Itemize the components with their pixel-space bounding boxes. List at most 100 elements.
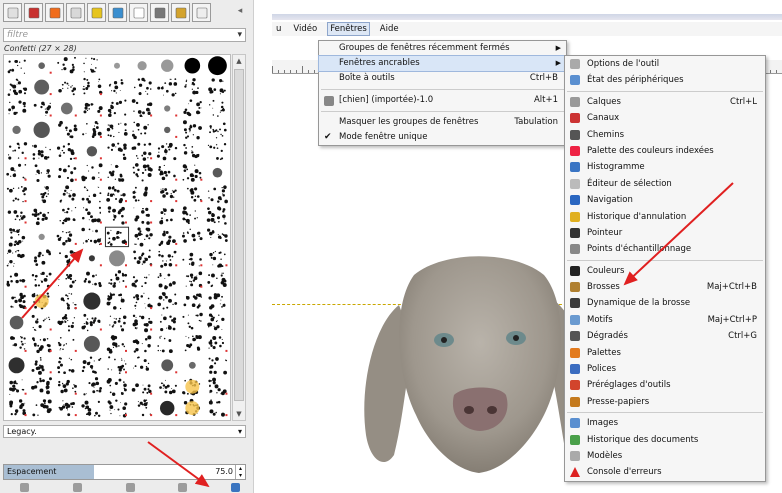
menu-item[interactable]: Images [565,415,765,431]
brush-thumbnail[interactable] [9,399,27,417]
menu-item[interactable]: Éditeur de sélection [565,176,765,192]
brush-thumbnail[interactable] [6,249,25,267]
brush-thumbnail[interactable] [208,335,228,352]
brush-thumbnail[interactable] [59,250,77,267]
brush-thumbnail[interactable] [133,292,153,310]
brush-thumbnail[interactable] [184,57,201,74]
brush-thumbnail[interactable] [31,314,52,331]
brush-thumbnail[interactable] [34,164,51,183]
brush-thumbnail[interactable] [38,233,45,241]
brush-thumbnail[interactable] [32,144,51,160]
brush-thumbnail[interactable] [9,379,27,395]
brush-thumbnail[interactable] [208,293,226,310]
brush-thumbnail[interactable] [107,356,127,374]
brush-thumbnail[interactable] [83,335,100,352]
brush-thumbnail[interactable] [10,292,27,310]
brush-thumbnail[interactable] [132,163,153,182]
menu-item[interactable]: Boîte à outils Ctrl+B [319,71,566,86]
brush-thumbnail[interactable] [131,121,149,140]
menu-item[interactable]: Palettes [565,345,765,361]
brush-thumbnail[interactable] [106,377,127,396]
menu-item[interactable]: Polices [565,361,765,377]
brush-thumbnail[interactable] [159,208,174,225]
brush-thumbnail[interactable] [38,62,52,74]
brush-thumbnail[interactable] [10,335,27,352]
menu-item[interactable]: Préréglages d'outils [565,377,765,393]
brush-thumbnail[interactable] [133,207,153,225]
menu-item-video[interactable]: Vidéo [291,22,319,36]
brush-thumbnail[interactable] [106,185,127,204]
refresh-brushes-icon[interactable] [231,483,240,492]
brush-thumbnail[interactable] [12,125,21,135]
brush-thumbnail[interactable] [106,292,125,310]
brush-thumbnail[interactable] [185,271,203,288]
menu-item[interactable]: État des périphériques [565,72,765,88]
brush-thumbnail[interactable] [59,207,77,225]
brush-thumbnail[interactable] [58,400,77,417]
brush-thumbnail[interactable] [182,164,203,182]
brush-thumbnail[interactable] [7,78,28,96]
menu-item-aide[interactable]: Aide [378,22,401,36]
brush-grid[interactable] [3,54,231,421]
menu-item[interactable]: Calques Ctrl+L [565,94,765,110]
menu-item-fenetres[interactable]: Fenêtres [327,22,370,36]
brush-thumbnail[interactable] [31,208,50,226]
brush-thumbnail[interactable] [107,142,127,161]
brush-thumbnail[interactable] [183,143,200,159]
brush-thumbnail[interactable] [8,228,26,247]
menu-item[interactable]: [chien] (importée)-1.0 Alt+1 [319,93,566,108]
brush-thumbnail[interactable] [58,273,77,288]
brush-thumbnail[interactable] [207,272,227,288]
spacing-slider[interactable]: Espacement 75.0 ▴ ▾ [3,464,246,480]
brush-thumbnail[interactable] [34,79,52,96]
brush-thumbnail[interactable] [31,377,52,395]
brush-thumbnail[interactable] [158,230,178,247]
brush-thumbnail[interactable] [183,99,202,117]
brush-thumbnail[interactable] [57,56,76,74]
brush-thumbnail[interactable] [182,312,203,330]
brush-thumbnail[interactable] [109,315,127,332]
menu-item[interactable]: Dégradés Ctrl+G [565,328,765,344]
brush-thumbnail[interactable] [33,249,52,266]
delete-brush-icon[interactable] [178,483,188,492]
brush-thumbnail[interactable] [83,271,102,288]
brush-thumbnail[interactable] [182,252,203,267]
brush-thumbnail[interactable] [6,163,27,181]
menu-item[interactable]: Historique d'annulation [565,209,765,225]
brush-thumbnail[interactable] [132,335,152,353]
menu-item[interactable]: Couleurs [565,263,765,279]
brush-thumbnail[interactable] [164,126,178,138]
brush-thumbnail[interactable] [83,377,102,396]
tab-histogram-icon[interactable] [87,3,106,22]
tab-selection-editor-icon[interactable] [108,3,127,22]
brush-thumbnail[interactable] [209,250,228,268]
brush-thumbnail[interactable] [107,206,127,225]
brush-thumbnail[interactable] [58,120,78,139]
brush-thumbnail[interactable] [7,59,26,74]
brush-thumbnail[interactable] [83,102,103,117]
brush-thumbnail[interactable] [207,143,227,161]
brush-thumbnail[interactable] [184,78,199,95]
tab-fonts-icon[interactable] [150,3,169,22]
menu-item[interactable]: Masquer les groupes de fenêtres Tabulatio… [319,115,566,130]
brush-thumbnail[interactable] [114,62,120,69]
duplicate-brush-icon[interactable] [125,483,135,492]
menu-item[interactable]: Options de l'outil [565,56,765,72]
menu-item[interactable]: Points d'échantillonnage [565,241,765,257]
menu-item[interactable]: Pointeur [565,225,765,241]
brush-thumbnail[interactable] [57,337,77,352]
brush-thumbnail[interactable] [208,377,228,396]
brush-thumbnail[interactable] [133,77,152,96]
brush-thumbnail[interactable] [208,99,225,117]
menu-item[interactable]: Dynamique de la brosse [565,295,765,311]
brush-thumbnail[interactable] [83,57,98,73]
tab-brush-icon[interactable] [171,3,190,22]
brush-thumbnail[interactable] [212,167,223,178]
brush-thumbnail[interactable] [208,78,226,95]
brush-thumbnail[interactable] [182,120,202,140]
brush-thumbnail[interactable] [107,399,128,418]
brush-thumbnail[interactable] [156,142,178,161]
brush-thumbnail[interactable] [106,122,128,138]
brush-thumbnail[interactable] [81,356,102,374]
tab-layers-icon[interactable] [3,3,22,22]
